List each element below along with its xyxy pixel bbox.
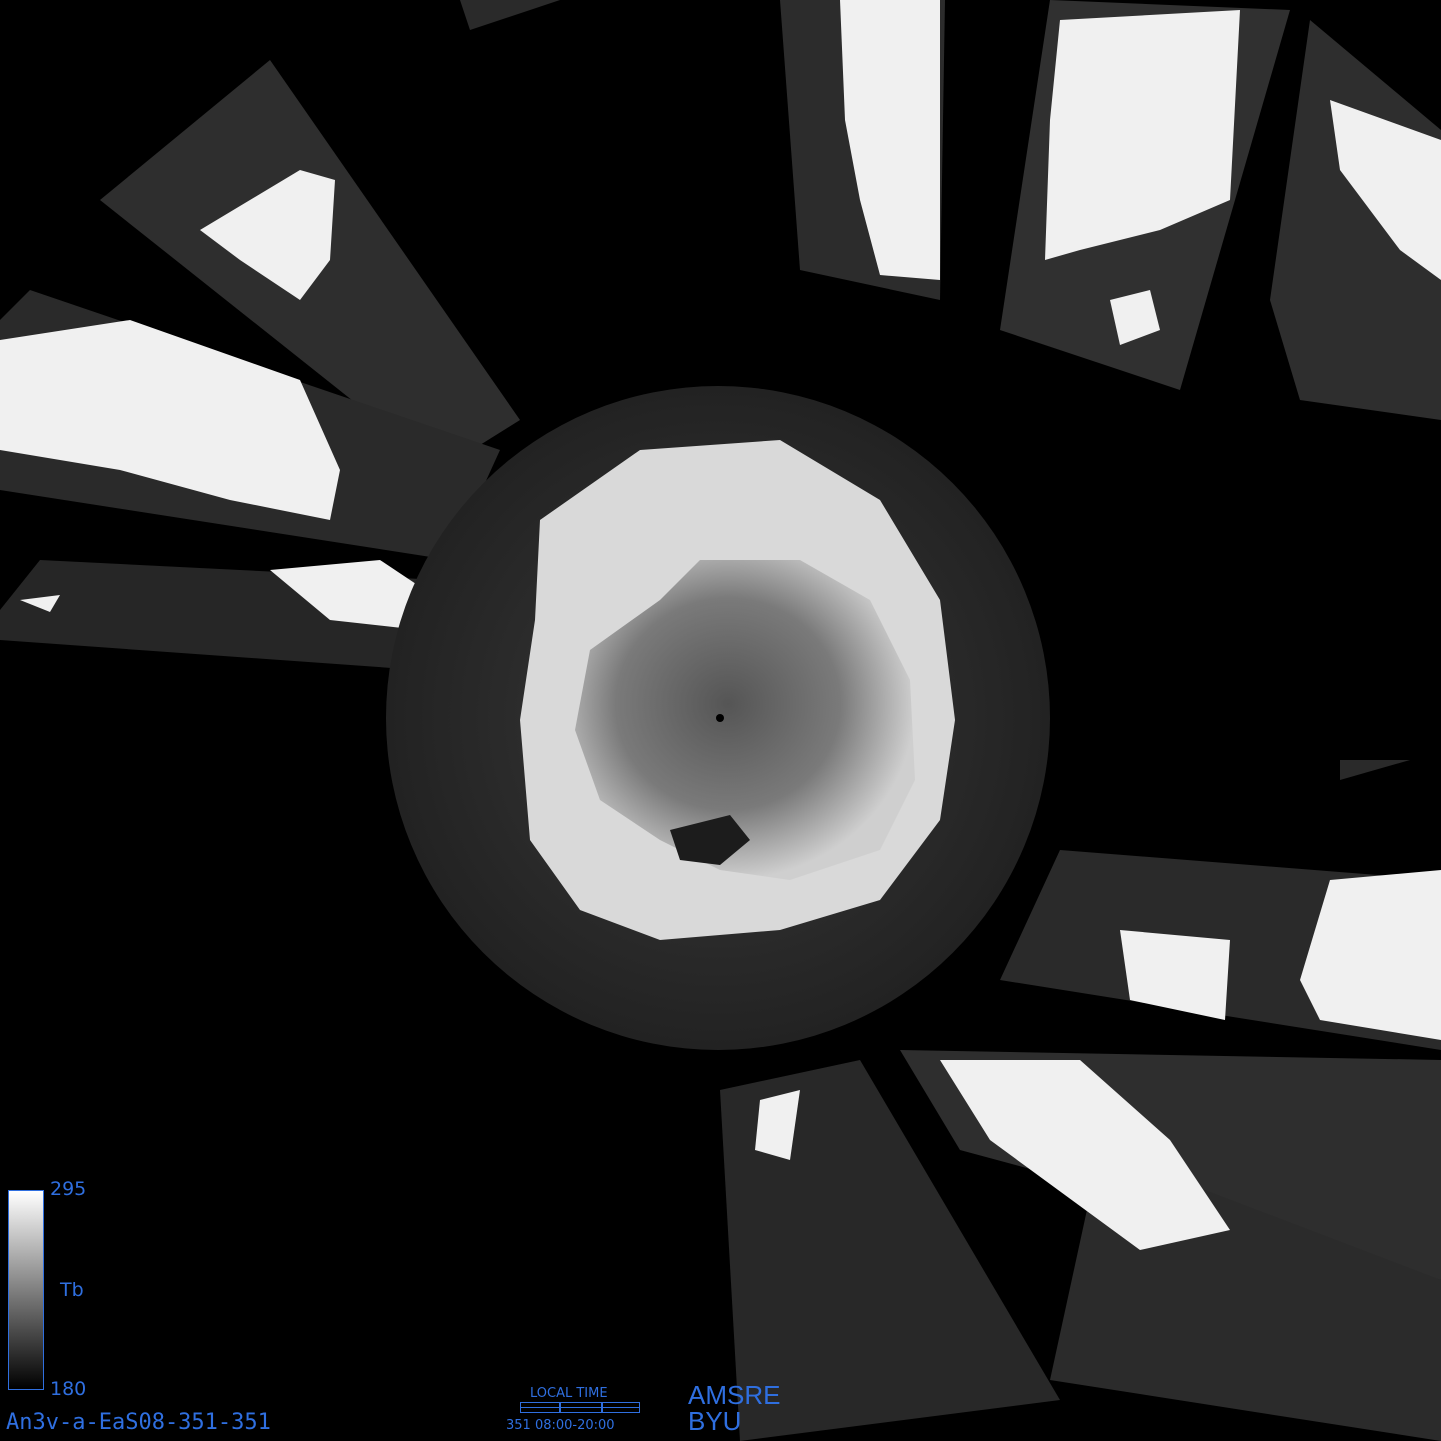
institution-label: BYU	[688, 1406, 742, 1436]
south-pole-marker	[716, 714, 724, 722]
colorbar-min-label: 180	[50, 1378, 87, 1400]
colorbar	[8, 1190, 44, 1390]
file-identifier: An3v-a-EaS08-351-351	[6, 1410, 271, 1435]
colorbar-variable-label: Tb	[60, 1279, 84, 1301]
colorbar-max-label: 295	[50, 1178, 87, 1200]
brightness-temperature-map	[0, 0, 1441, 1441]
local-time-title: LOCAL TIME	[530, 1386, 608, 1401]
local-time-window	[559, 1403, 603, 1412]
local-time-bar	[520, 1402, 640, 1413]
local-time-range: 351 08:00-20:00	[506, 1418, 615, 1433]
